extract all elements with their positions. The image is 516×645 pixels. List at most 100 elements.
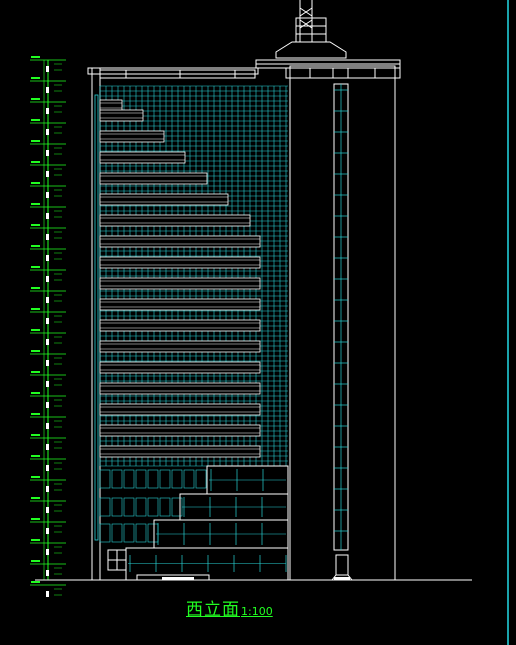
dimension-marker <box>46 423 49 429</box>
scale-text: 1:100 <box>241 605 273 618</box>
podium-window <box>99 469 111 489</box>
dimension-marker <box>46 402 49 408</box>
dimension-marker <box>46 213 49 219</box>
level-label-mark <box>31 77 40 79</box>
level-label-mark <box>31 455 40 457</box>
title-text: 西立面 <box>186 600 240 620</box>
podium-blocks <box>107 465 289 581</box>
floor-band <box>99 277 261 290</box>
level-label-mark <box>31 371 40 373</box>
floor-band <box>99 256 261 269</box>
dimension-marker <box>46 486 49 492</box>
podium-window <box>111 523 123 543</box>
podium-window <box>135 523 147 543</box>
level-label-mark <box>31 140 40 142</box>
dimension-marker <box>46 297 49 303</box>
level-label-mark <box>31 182 40 184</box>
dimension-chain <box>30 56 66 597</box>
floor-band <box>99 361 261 374</box>
floor-band <box>99 445 261 458</box>
podium-window <box>159 497 171 517</box>
podium-window <box>99 523 111 543</box>
level-label-mark <box>31 308 40 310</box>
podium-window <box>99 497 111 517</box>
floor-band <box>99 109 144 122</box>
dimension-marker <box>46 318 49 324</box>
podium-window <box>135 469 147 489</box>
level-label-mark <box>31 434 40 436</box>
dimension-marker <box>46 507 49 513</box>
elevation-drawing <box>30 0 509 645</box>
level-label-mark <box>31 497 40 499</box>
tower-entrance-step <box>334 577 350 580</box>
podium-window <box>123 523 135 543</box>
dimension-marker <box>46 129 49 135</box>
dimension-marker <box>46 192 49 198</box>
podium-window <box>135 497 147 517</box>
dimension-marker <box>46 66 49 72</box>
level-label-mark <box>31 581 40 583</box>
tower-glazing <box>334 84 348 550</box>
drawing-title: 西立面1:100 <box>186 595 273 620</box>
dimension-marker <box>46 591 49 597</box>
podium-window <box>147 523 159 543</box>
floor-band <box>99 214 251 227</box>
dimension-marker <box>46 171 49 177</box>
level-label-mark <box>31 350 40 352</box>
podium-window <box>111 469 123 489</box>
tower-outline <box>255 0 401 581</box>
podium-window <box>147 469 159 489</box>
dimension-marker <box>46 528 49 534</box>
level-label-mark <box>31 413 40 415</box>
dimension-marker <box>46 87 49 93</box>
level-label-mark <box>31 203 40 205</box>
floor-band <box>99 403 261 416</box>
level-label-mark <box>31 266 40 268</box>
level-label-mark <box>31 98 40 100</box>
floor-band <box>99 130 165 143</box>
level-label-mark <box>31 560 40 562</box>
floor-band <box>99 172 208 185</box>
floor-band <box>99 319 261 332</box>
floor-band <box>99 340 261 353</box>
floor-band <box>99 382 261 395</box>
dimension-marker <box>46 570 49 576</box>
floor-band <box>99 193 229 206</box>
level-label-mark <box>31 518 40 520</box>
side-glazing-strip <box>94 94 99 541</box>
dimension-marker <box>46 150 49 156</box>
dimension-marker <box>46 108 49 114</box>
podium-window <box>111 497 123 517</box>
entrance-step <box>162 577 194 580</box>
dimension-marker <box>46 255 49 261</box>
level-label-mark <box>31 224 40 226</box>
floor-band <box>99 235 261 248</box>
level-label-mark <box>31 539 40 541</box>
floor-band <box>99 99 123 112</box>
level-label-mark <box>31 476 40 478</box>
level-label-mark <box>31 329 40 331</box>
dimension-marker <box>46 465 49 471</box>
dimension-marker <box>46 339 49 345</box>
level-label-mark <box>31 119 40 121</box>
podium-window <box>147 497 159 517</box>
level-label-mark <box>31 56 40 58</box>
level-label-mark <box>31 392 40 394</box>
floor-band <box>99 151 186 164</box>
level-label-mark <box>31 287 40 289</box>
podium-window <box>159 469 171 489</box>
dimension-marker <box>46 360 49 366</box>
podium-window <box>123 497 135 517</box>
level-label-mark <box>31 245 40 247</box>
podium-window <box>195 469 207 489</box>
floor-band <box>99 298 261 311</box>
podium-window <box>123 469 135 489</box>
podium-window <box>183 469 195 489</box>
podium-window <box>171 469 183 489</box>
dimension-marker <box>46 444 49 450</box>
dimension-marker <box>46 234 49 240</box>
dimension-marker <box>46 549 49 555</box>
level-label-mark <box>31 161 40 163</box>
dimension-marker <box>46 276 49 282</box>
floor-band <box>99 424 261 437</box>
